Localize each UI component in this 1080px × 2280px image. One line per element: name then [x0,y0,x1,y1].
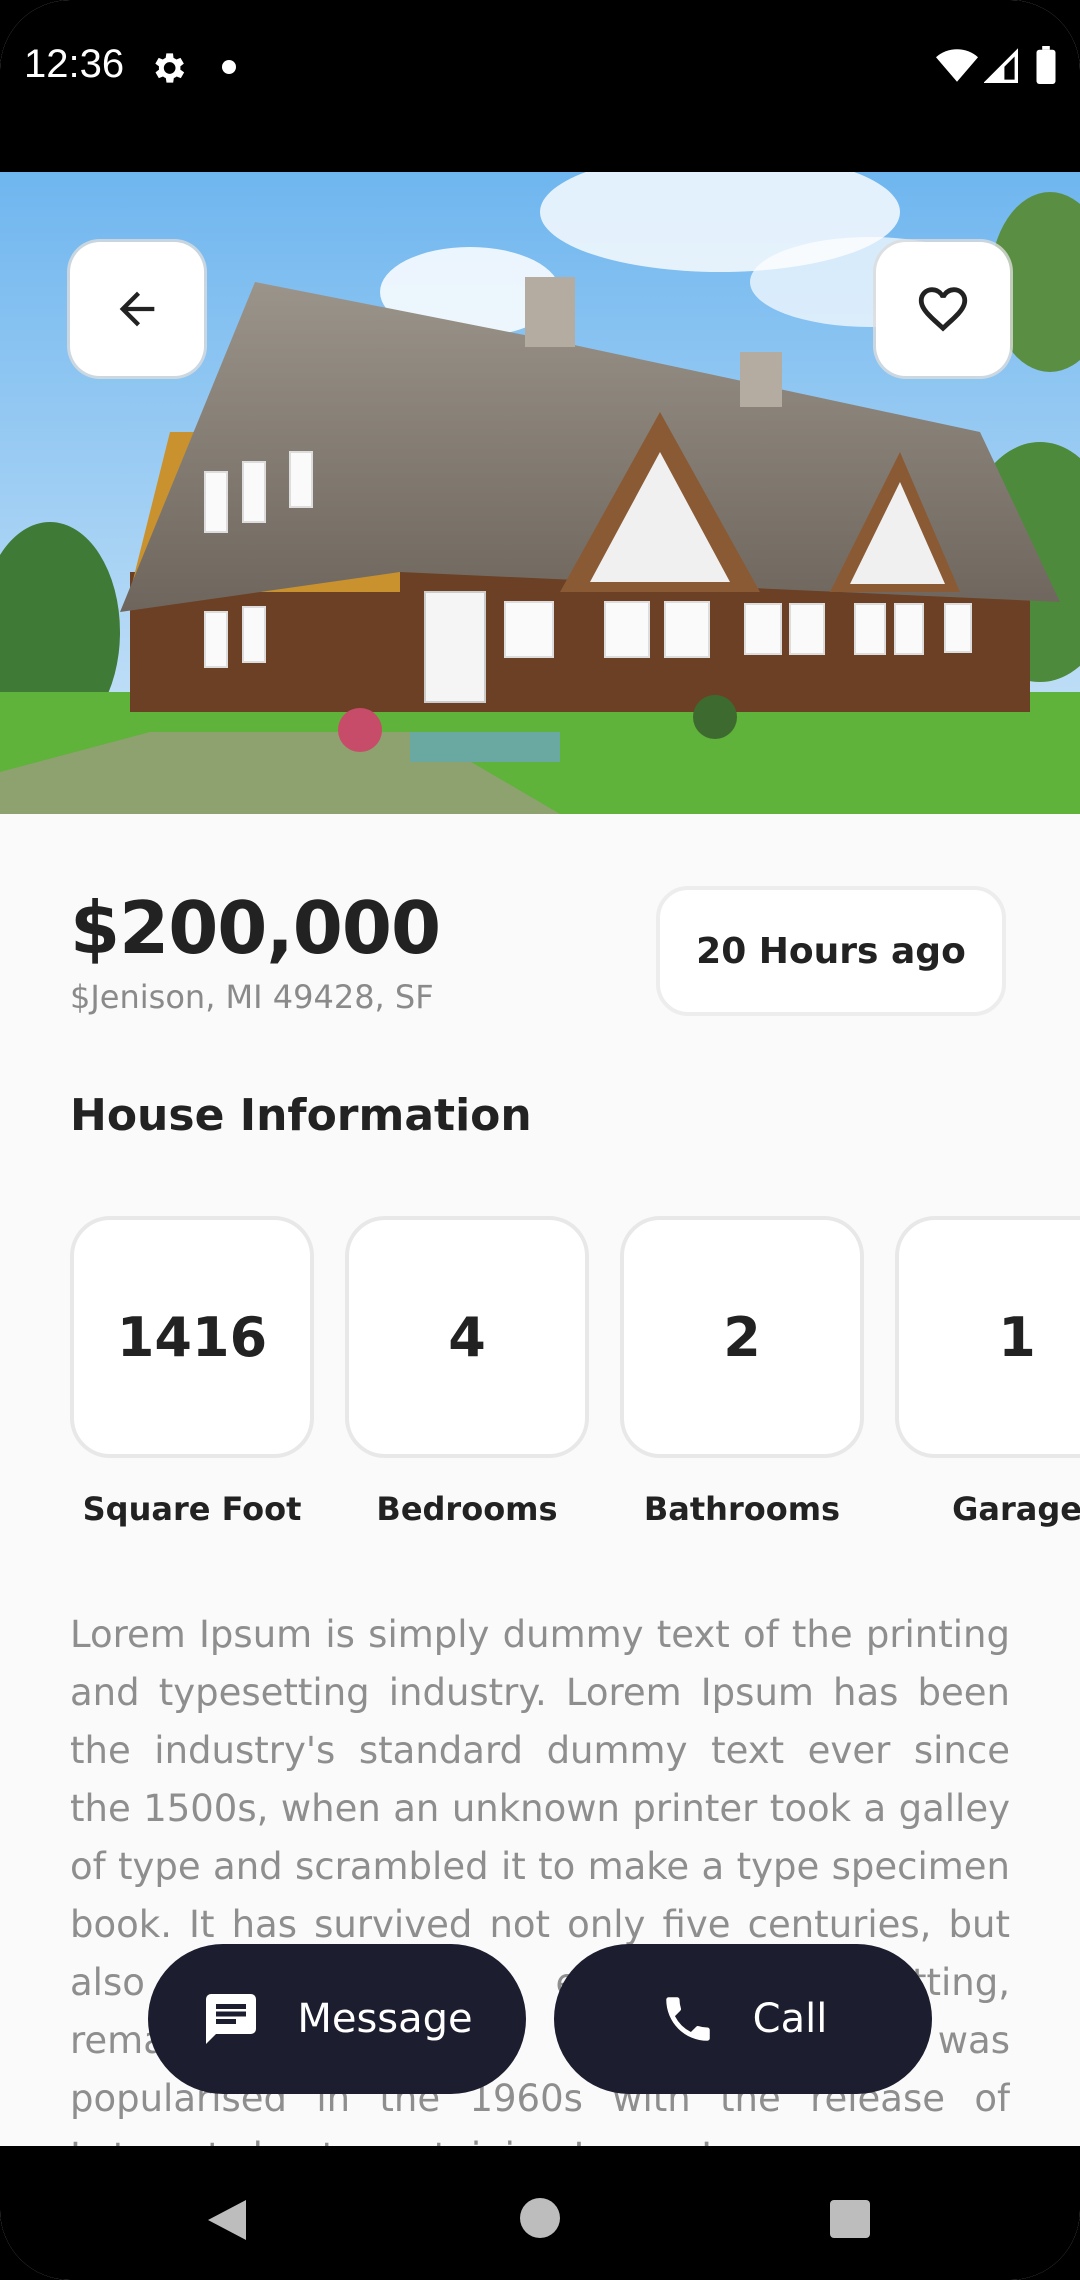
info-card-square-foot: 1416 [70,1216,314,1458]
info-label-garage: Garage [952,1490,1080,1528]
listing-address: $Jenison, MI 49428, SF [70,978,434,1016]
phone-icon [665,1997,710,2041]
signal-icon [984,48,1018,83]
info-label-square-foot: Square Foot [82,1490,302,1528]
house-photo [0,172,1080,814]
nav-home-icon[interactable] [520,2198,560,2238]
screen: 12:36 $200,000 $Jenison, MI 49428, SF 20… [0,0,1080,2280]
listing-price: $200,000 [70,886,441,970]
call-button[interactable]: Call [554,1944,932,2094]
nav-recents-icon[interactable] [830,2200,870,2238]
back-button[interactable] [70,242,204,376]
posted-time-badge: 20 Hours ago [656,886,1006,1016]
notification-dot [222,60,236,74]
nav-back-icon[interactable] [206,2198,248,2242]
message-button-label: Message [297,1996,473,2042]
info-label-bathrooms: Bathrooms [643,1490,841,1528]
message-button[interactable]: Message [148,1944,526,2094]
gear-icon [155,53,185,83]
status-bar: 12:36 [0,0,1080,172]
message-icon [206,1994,257,2044]
arrow-back-icon [119,291,155,327]
favorite-button[interactable] [876,242,1010,376]
battery-icon [1036,46,1056,84]
section-title: House Information [70,1090,532,1141]
navigation-bar [0,2146,1080,2280]
info-card-bathrooms: 2 [620,1216,864,1458]
wifi-icon [936,49,978,82]
info-card-bedrooms: 4 [345,1216,589,1458]
info-label-bedrooms: Bedrooms [376,1490,558,1528]
heart-icon [918,287,968,332]
info-card-garage: 1 [895,1216,1080,1458]
status-time: 12:36 [24,42,125,86]
call-button-label: Call [752,1996,828,2042]
